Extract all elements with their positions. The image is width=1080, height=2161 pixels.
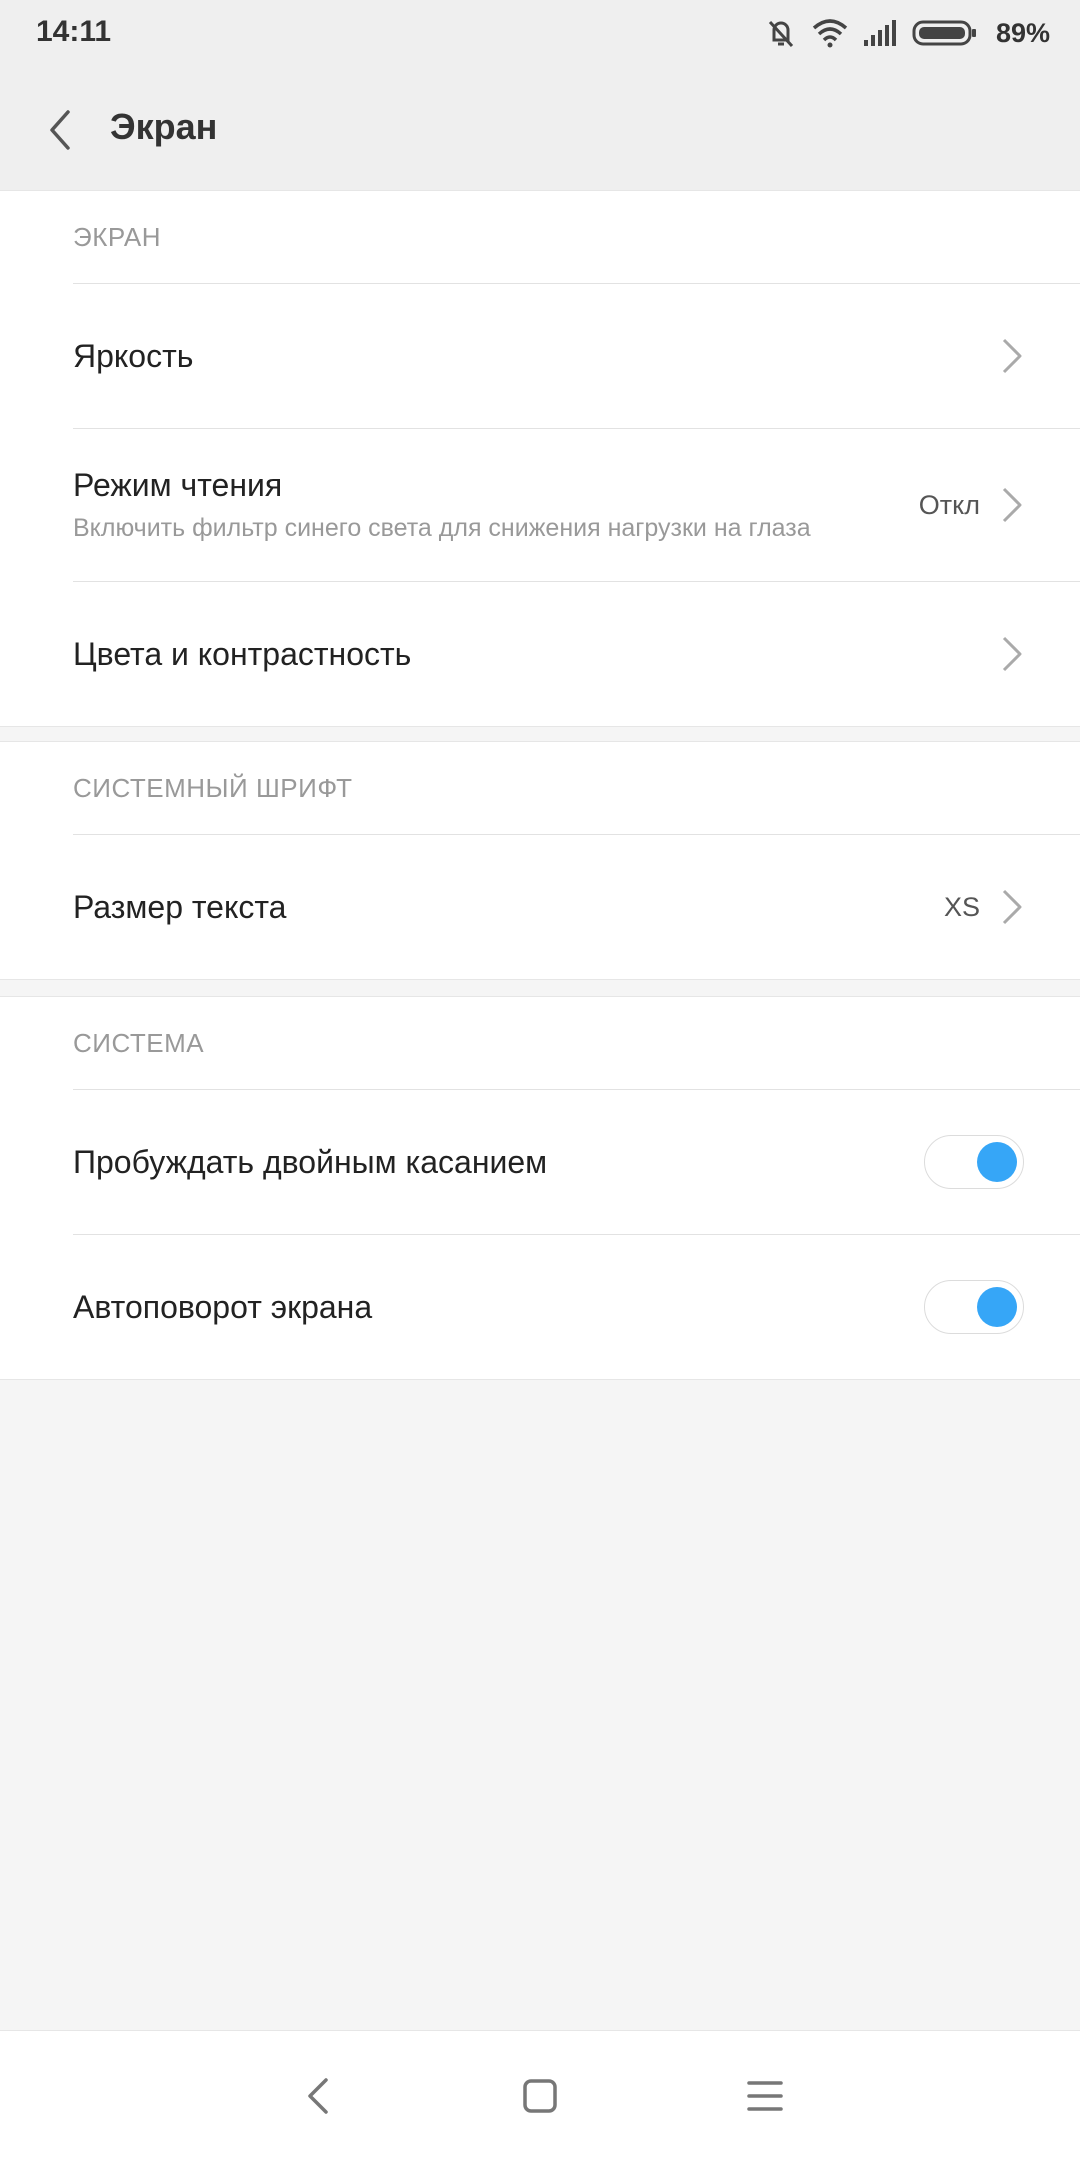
row-subtitle: Включить фильтр синего света для снижени… <box>73 514 811 542</box>
battery-percent: 89% <box>995 17 1050 48</box>
toggle-knob <box>977 1142 1017 1182</box>
nav-back-icon <box>308 2078 328 2114</box>
chevron-right-icon <box>1002 636 1022 672</box>
row-title: Цвета и контрастность <box>73 635 412 672</box>
auto-rotate-row[interactable]: Автоповорот экрана <box>73 1235 1080 1379</box>
brightness-row[interactable]: Яркость <box>73 284 1080 429</box>
row-title: Автоповорот экрана <box>73 1288 373 1325</box>
nav-menu-button[interactable] <box>745 2076 785 2116</box>
wifi-icon <box>812 19 848 48</box>
toggle-knob <box>977 1287 1017 1327</box>
section-system: СИСТЕМА Пробуждать двойным касанием Авто… <box>0 996 1080 1380</box>
page-title: Экран <box>110 106 218 147</box>
nav-home-button[interactable] <box>520 2076 560 2116</box>
status-bar: 14:11 89% <box>0 0 1080 66</box>
reading-mode-row[interactable]: Режим чтения Включить фильтр синего свет… <box>73 429 1080 582</box>
status-icons: 89% <box>764 12 1050 54</box>
section-header: СИСТЕМНЫЙ ШРИФТ <box>73 742 1080 835</box>
signal-icon <box>863 20 896 46</box>
navigation-bar <box>0 2030 1080 2161</box>
section-header: СИСТЕМА <box>73 997 1080 1090</box>
text-size-row[interactable]: Размер текста XS <box>73 835 1080 979</box>
section-system-font: СИСТЕМНЫЙ ШРИФТ Размер текста XS <box>0 741 1080 980</box>
double-tap-toggle[interactable] <box>924 1135 1024 1189</box>
status-time: 14:11 <box>36 15 112 48</box>
row-value: Откл <box>918 489 980 520</box>
battery-icon <box>912 20 976 46</box>
app-header: Экран <box>0 66 1080 191</box>
nav-home-icon <box>523 2079 557 2113</box>
section-header: ЭКРАН <box>73 191 1080 284</box>
chevron-right-icon <box>1002 889 1022 925</box>
auto-rotate-toggle[interactable] <box>924 1280 1024 1334</box>
chevron-right-icon <box>1002 487 1022 523</box>
row-value: XS <box>943 891 980 922</box>
double-tap-wake-row[interactable]: Пробуждать двойным касанием <box>73 1090 1080 1235</box>
chevron-left-icon <box>50 110 70 150</box>
row-title: Размер текста <box>73 888 287 925</box>
chevron-right-icon <box>1002 338 1022 374</box>
nav-menu-icon <box>747 2081 783 2111</box>
row-title: Пробуждать двойным касанием <box>73 1143 548 1180</box>
nav-back-button[interactable] <box>300 2076 340 2116</box>
section-screen: ЭКРАН Яркость Режим чтения Включить филь… <box>0 190 1080 727</box>
row-title: Яркость <box>73 337 194 374</box>
row-title: Режим чтения <box>73 467 283 503</box>
back-button[interactable] <box>36 102 86 158</box>
vibrate-off-icon <box>768 20 794 48</box>
colors-contrast-row[interactable]: Цвета и контрастность <box>73 582 1080 726</box>
